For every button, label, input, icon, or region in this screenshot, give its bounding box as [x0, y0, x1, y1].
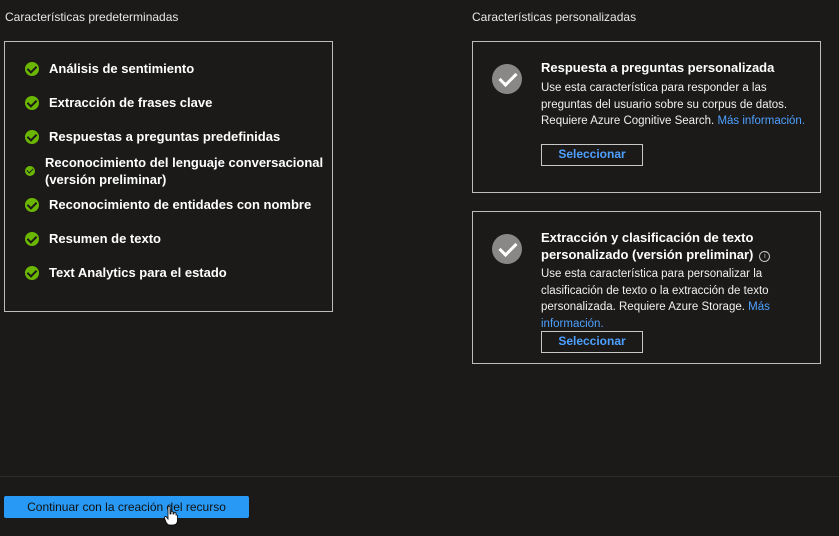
feature-label: Reconocimiento del lenguaje conversacion… [45, 155, 324, 187]
custom-text-classification-card: Extracción y clasificación de texto pers… [472, 211, 821, 364]
feature-label: Extracción de frases clave [49, 95, 213, 110]
check-icon [25, 129, 39, 144]
check-icon [25, 95, 39, 110]
hand-cursor-icon [164, 506, 178, 526]
more-info-link[interactable]: Más información. [717, 115, 805, 127]
footer-divider [0, 476, 839, 477]
default-features-heading: Características predeterminadas [5, 10, 179, 24]
feature-text-analytics-health: Text Analytics para el estado [25, 264, 227, 281]
check-icon [25, 61, 39, 76]
feature-conversational-language: Reconocimiento del lenguaje conversacion… [25, 154, 323, 188]
card-title: Extracción y clasificación de texto pers… [541, 229, 811, 263]
continue-create-resource-button[interactable]: Continuar con la creación del recurso [4, 496, 249, 518]
feature-named-entity-recognition: Reconocimiento de entidades con nombre [25, 196, 311, 213]
card-description: Use esta característica para personaliza… [541, 268, 770, 330]
check-icon [25, 166, 35, 176]
feature-text-summary: Resumen de texto [25, 230, 161, 247]
custom-features-heading: Características personalizadas [472, 10, 637, 24]
card-title: Respuesta a preguntas personalizada [541, 60, 775, 75]
check-icon [25, 197, 39, 212]
default-features-panel: Análisis de sentimiento Extracción de fr… [4, 41, 333, 312]
checkmark-circle-icon [492, 234, 522, 264]
select-button[interactable]: Seleccionar [541, 144, 643, 166]
feature-key-phrase-extraction: Extracción de frases clave [25, 94, 212, 111]
feature-label: Reconocimiento de entidades con nombre [49, 197, 312, 212]
feature-predefined-qa: Respuestas a preguntas predefinidas [25, 128, 280, 145]
select-button[interactable]: Seleccionar [541, 331, 643, 353]
feature-label: Análisis de sentimiento [49, 61, 195, 76]
check-icon [25, 265, 39, 280]
custom-qa-card: Respuesta a preguntas personalizada Use … [472, 41, 821, 193]
feature-label: Text Analytics para el estado [49, 265, 227, 280]
feature-label: Respuestas a preguntas predefinidas [49, 129, 281, 144]
card-description: Use esta característica para responder a… [541, 82, 806, 127]
feature-label: Resumen de texto [49, 231, 161, 246]
info-icon[interactable]: i [759, 251, 771, 262]
check-icon [25, 231, 39, 246]
checkmark-circle-icon [492, 64, 522, 94]
feature-sentiment-analysis: Análisis de sentimiento [25, 60, 194, 77]
